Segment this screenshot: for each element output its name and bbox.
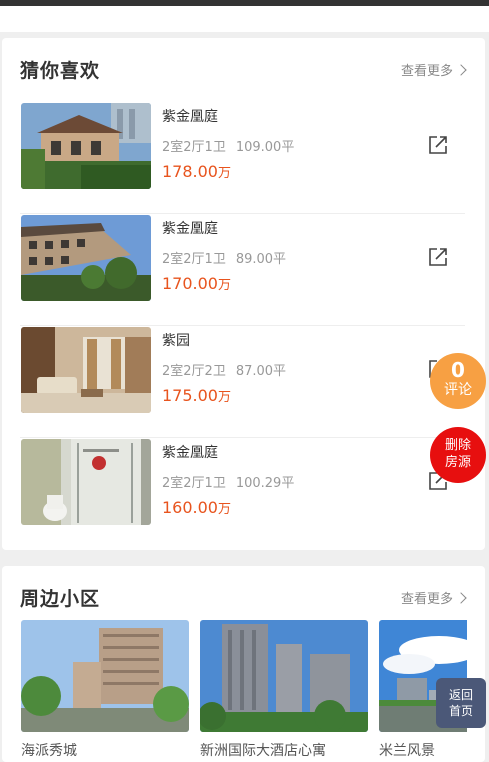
comment-button[interactable]: 0 评论 [430, 353, 486, 409]
house-price: 175.00万 [162, 386, 231, 405]
nearby-header: 周边小区 查看更多 [20, 584, 467, 612]
community-photo[interactable] [200, 620, 368, 732]
community-card[interactable]: 海派秀城 [21, 620, 189, 760]
house-area: 100.29平 [235, 476, 295, 491]
price-unit: 万 [217, 166, 231, 181]
nearby-list: 海派秀城 新洲国际大酒店心寓 米兰风景 [20, 620, 467, 762]
view-more-link[interactable]: 查看更多 [400, 60, 467, 79]
house-price: 178.00万 [162, 162, 231, 181]
price-value: 170.00 [162, 274, 218, 293]
price-unit: 万 [217, 278, 231, 293]
price-unit: 万 [217, 502, 231, 517]
house-area: 109.00平 [235, 140, 295, 155]
back-to-home-button[interactable]: 返回 首页 [436, 678, 486, 728]
home-label-line2: 首页 [448, 704, 473, 718]
section-title: 猜你喜欢 [20, 60, 101, 82]
community-photo[interactable] [21, 620, 189, 732]
comment-count: 0 [451, 358, 465, 382]
house-price: 160.00万 [162, 498, 231, 517]
list-item[interactable]: 紫园 2室2厅2卫 87.00平 175.00万 [20, 326, 465, 438]
house-layout: 2室2厅1卫 [162, 140, 226, 155]
community-name: 海派秀城 [21, 743, 77, 759]
house-info: 2室2厅2卫 87.00平 [162, 360, 286, 379]
house-photo[interactable] [21, 327, 151, 413]
house-info: 2室2厅1卫 109.00平 [162, 136, 294, 155]
list-item[interactable]: 紫金凰庭 2室2厅1卫 89.00平 170.00万 [20, 214, 465, 326]
share-icon[interactable] [427, 246, 449, 268]
price-value: 175.00 [162, 386, 218, 405]
house-name: 紫金凰庭 [162, 445, 218, 461]
community-card[interactable]: 新洲国际大酒店心寓 [200, 620, 368, 760]
guess-header: 猜你喜欢 查看更多 [20, 56, 467, 84]
house-photo[interactable] [21, 439, 151, 525]
home-label-line1: 返回 [448, 688, 473, 702]
view-more-label: 查看更多 [400, 64, 453, 79]
guess-you-like-section: 猜你喜欢 查看更多 紫金凰庭 2室2厅1卫 109.00平 178.00万 紫金… [2, 38, 485, 550]
house-area: 87.00平 [235, 364, 287, 379]
delete-listing-button[interactable]: 删除 房源 [430, 427, 486, 483]
community-name: 新洲国际大酒店心寓 [200, 743, 326, 759]
view-more-label: 查看更多 [400, 592, 453, 607]
share-icon[interactable] [427, 134, 449, 156]
comment-label: 评论 [444, 382, 472, 398]
community-name: 米兰风景 [379, 743, 435, 759]
chevron-right-icon [455, 591, 467, 604]
house-name: 紫金凰庭 [162, 221, 218, 237]
list-item[interactable]: 紫金凰庭 2室2厅1卫 100.29平 160.00万 [20, 438, 465, 550]
delete-label-line2: 房源 [444, 455, 471, 470]
house-photo[interactable] [21, 215, 151, 301]
house-layout: 2室2厅1卫 [162, 476, 226, 491]
price-value: 160.00 [162, 498, 218, 517]
price-unit: 万 [217, 390, 231, 405]
house-price: 170.00万 [162, 274, 231, 293]
house-layout: 2室2厅1卫 [162, 252, 226, 267]
house-photo[interactable] [21, 103, 151, 189]
list-item[interactable]: 紫金凰庭 2室2厅1卫 109.00平 178.00万 [20, 102, 465, 214]
house-info: 2室2厅1卫 100.29平 [162, 472, 294, 491]
house-area: 89.00平 [235, 252, 287, 267]
house-name: 紫园 [162, 333, 190, 349]
view-more-link[interactable]: 查看更多 [400, 588, 467, 607]
house-list: 紫金凰庭 2室2厅1卫 109.00平 178.00万 紫金凰庭 2室2厅1卫 … [20, 102, 465, 550]
price-value: 178.00 [162, 162, 218, 181]
section-title: 周边小区 [20, 588, 101, 610]
top-spacer [0, 6, 489, 32]
nearby-communities-section: 周边小区 查看更多 海派秀城 新洲国际大酒店心寓 米兰风景 [2, 566, 485, 762]
chevron-right-icon [455, 63, 467, 76]
house-name: 紫金凰庭 [162, 109, 218, 125]
house-info: 2室2厅1卫 89.00平 [162, 248, 286, 267]
delete-label-line1: 删除 [444, 438, 471, 453]
house-layout: 2室2厅2卫 [162, 364, 226, 379]
